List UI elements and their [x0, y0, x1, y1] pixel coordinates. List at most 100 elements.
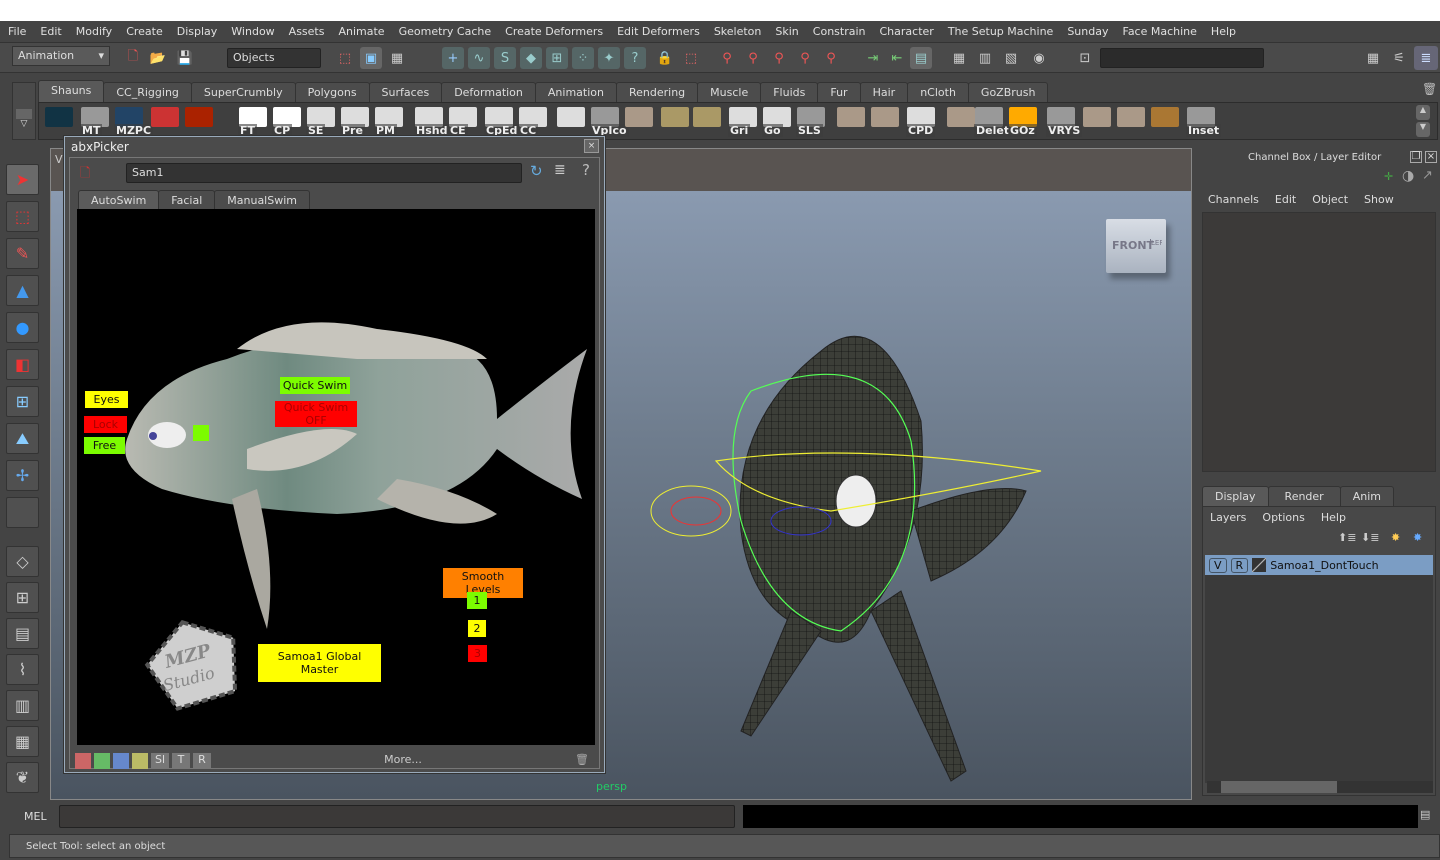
menu-the-setup-machine[interactable]: The Setup Machine: [948, 25, 1054, 38]
shelf-item-mzpc[interactable]: MZPC: [113, 105, 154, 137]
shelf-item-vpico[interactable]: VpIco: [589, 105, 629, 137]
menu-constrain[interactable]: Constrain: [813, 25, 866, 38]
shelf-scroll[interactable]: ▲ ▼: [1416, 105, 1430, 137]
shelf-tab-muscle[interactable]: Muscle: [697, 82, 762, 102]
layer-visibility-toggle[interactable]: V: [1209, 557, 1227, 573]
menu-layers[interactable]: Layers: [1210, 511, 1246, 524]
layer-horizontal-scrollbar[interactable]: [1207, 781, 1433, 793]
view-cube-front-face[interactable]: FRONT: [1112, 239, 1154, 252]
smooth-level-3-button[interactable]: 3: [468, 645, 487, 662]
hypershade-icon[interactable]: ◉: [1028, 47, 1050, 69]
outliner-layout-icon[interactable]: ▤: [6, 618, 39, 649]
shelf-item-icon[interactable]: [691, 105, 723, 137]
move-layer-up-icon[interactable]: ⬆≣: [1338, 531, 1356, 544]
smooth-level-1-button[interactable]: 1: [467, 592, 487, 609]
shelf-item-icon[interactable]: [1149, 105, 1181, 137]
move-layer-down-icon[interactable]: ⬇≣: [1361, 531, 1379, 544]
magnet-live-icon[interactable]: ⚲: [820, 47, 842, 69]
open-folder-icon[interactable]: 📂: [147, 47, 169, 69]
shelf-item-icon[interactable]: [869, 105, 901, 137]
shelf-item-cpd[interactable]: CPD: [905, 105, 937, 137]
menu-window[interactable]: Window: [231, 25, 274, 38]
custom-layout-icon[interactable]: ▦: [6, 726, 39, 757]
refresh-icon[interactable]: ↻: [530, 162, 543, 180]
menu-object[interactable]: Object: [1312, 193, 1348, 206]
paint-select-tool-icon[interactable]: ✎: [6, 238, 39, 269]
construction-history-icon[interactable]: ▤: [910, 47, 932, 69]
menu-character[interactable]: Character: [880, 25, 934, 38]
menu-create-deformers[interactable]: Create Deformers: [505, 25, 603, 38]
manipulator-icon[interactable]: ↗: [1422, 168, 1433, 183]
menu-options[interactable]: Options: [1262, 511, 1304, 524]
close-panel-icon[interactable]: ×: [1425, 151, 1437, 163]
channel-box-toggle-icon[interactable]: ≣: [1414, 46, 1438, 70]
picker-canvas[interactable]: MZP Studio Eyes Lock Free Quick Swim Qui…: [77, 209, 595, 745]
free-button[interactable]: Free: [84, 437, 125, 454]
shelf-tab-fur[interactable]: Fur: [817, 82, 861, 102]
select-button[interactable]: Sl: [151, 753, 169, 769]
color-swatch-blue[interactable]: [113, 753, 129, 769]
shelf-trash-icon[interactable]: 🗑: [1422, 82, 1437, 96]
lock-button[interactable]: Lock: [84, 416, 127, 433]
menu-assets[interactable]: Assets: [289, 25, 325, 38]
layer-color-swatch[interactable]: [1252, 558, 1267, 572]
attribute-editor-icon[interactable]: ▦: [1362, 47, 1384, 69]
scripting-layout-icon[interactable]: ❦: [6, 762, 39, 793]
shelf-item-icon[interactable]: [1081, 105, 1113, 137]
quick-swim-off-button[interactable]: Quick Swim OFF: [275, 401, 357, 427]
output-ops-icon[interactable]: ⇤: [886, 47, 908, 69]
menu-skeleton[interactable]: Skeleton: [714, 25, 762, 38]
magnet-plane-icon[interactable]: ⚲: [794, 47, 816, 69]
translate-button[interactable]: T: [172, 753, 190, 769]
eyes-button[interactable]: Eyes: [85, 391, 128, 408]
menu-create[interactable]: Create: [126, 25, 163, 38]
render-icon[interactable]: ▦: [948, 47, 970, 69]
magnet-curve-icon[interactable]: ⚲: [742, 47, 764, 69]
shelf-item-icon[interactable]: [835, 105, 867, 137]
tab-anim[interactable]: Anim: [1339, 486, 1394, 506]
new-layer-selected-icon[interactable]: ✸: [1413, 531, 1422, 544]
view-cube-side-face[interactable]: LEFT: [1150, 239, 1162, 247]
tab-render[interactable]: Render: [1267, 486, 1341, 506]
channel-list[interactable]: [1202, 212, 1436, 472]
snap-surface-icon[interactable]: ◆: [520, 47, 542, 69]
shelf-scroll-up-icon[interactable]: ▲: [1416, 105, 1430, 120]
shelf-tab-animation[interactable]: Animation: [534, 82, 617, 102]
new-layer-icon[interactable]: ✸: [1391, 531, 1400, 544]
picker-close-icon[interactable]: ×: [584, 139, 599, 153]
menu-skin[interactable]: Skin: [775, 25, 798, 38]
tab-manualswim[interactable]: ManualSwim: [214, 190, 310, 210]
shelf-tab-surfaces[interactable]: Surfaces: [368, 82, 443, 102]
script-editor-icon[interactable]: ▤: [1420, 808, 1430, 821]
shelf-item-cc[interactable]: CC: [517, 105, 549, 137]
picker-trash-icon[interactable]: 🗑: [575, 753, 595, 769]
tab-facial[interactable]: Facial: [158, 190, 216, 210]
menu-modify[interactable]: Modify: [76, 25, 112, 38]
float-panel-icon[interactable]: ❐: [1410, 151, 1422, 163]
particles-icon[interactable]: ⁘: [572, 47, 594, 69]
menu-file[interactable]: File: [8, 25, 26, 38]
shelf-tab-polygons[interactable]: Polygons: [294, 82, 370, 102]
rotate-button[interactable]: R: [193, 753, 211, 769]
tab-display[interactable]: Display: [1202, 486, 1269, 508]
shelf-item-icon[interactable]: [183, 105, 215, 137]
lasso-tool-icon[interactable]: ⬚: [6, 201, 39, 232]
save-icon[interactable]: 💾: [174, 47, 196, 69]
tool-settings-icon[interactable]: ⚟: [1388, 47, 1410, 69]
input-ops-icon[interactable]: ⇥: [862, 47, 884, 69]
menu-animate[interactable]: Animate: [338, 25, 384, 38]
menu-set-dropdown[interactable]: Animation ▾: [12, 46, 110, 66]
shelf-item-pre[interactable]: Pre: [339, 105, 371, 137]
shelf-item-se[interactable]: SE: [305, 105, 337, 137]
quick-select-input[interactable]: [1100, 48, 1264, 68]
load-picker-icon[interactable]: ≣: [554, 162, 566, 178]
shelf-tab-deformation[interactable]: Deformation: [441, 82, 536, 102]
global-master-button[interactable]: Samoa1 Global Master: [258, 644, 381, 682]
show-manipulator-icon[interactable]: ✢: [6, 460, 39, 491]
fluid-icon[interactable]: ✦: [598, 47, 620, 69]
layer-reference-toggle[interactable]: R: [1230, 557, 1249, 573]
smooth-level-2-button[interactable]: 2: [468, 620, 486, 637]
menu-display[interactable]: Display: [177, 25, 218, 38]
color-swatch-red[interactable]: [75, 753, 91, 769]
shelf-item-icon[interactable]: [623, 105, 655, 137]
